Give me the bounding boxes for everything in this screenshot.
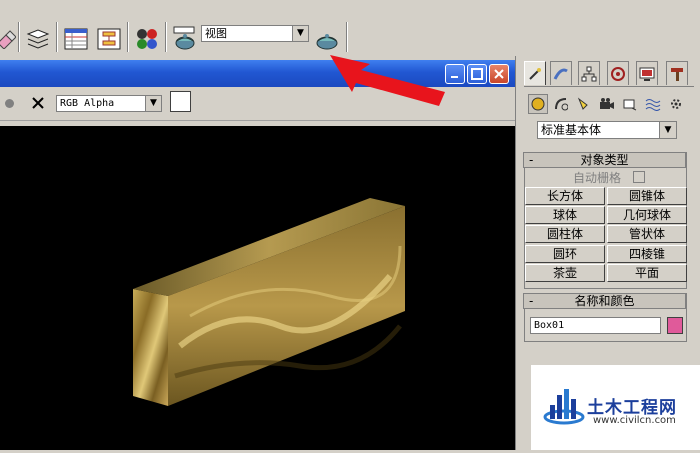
close-button[interactable] <box>489 64 509 84</box>
cameras-subtab-icon[interactable] <box>597 94 617 114</box>
primitive-category-dropdown[interactable]: 标准基本体 ▼ <box>537 121 677 139</box>
red-arrow-annotation <box>330 55 445 106</box>
channel-color-swatch[interactable] <box>170 91 191 112</box>
helpers-subtab-icon[interactable] <box>620 94 640 114</box>
channel-dropdown-value: RGB Alpha <box>60 98 115 109</box>
minimize-icon <box>451 76 458 78</box>
autogrid-checkbox[interactable] <box>633 171 645 183</box>
name-color-header[interactable]: - 名称和颜色 <box>523 293 686 309</box>
quick-render-icon[interactable] <box>313 25 341 53</box>
pyramid-button[interactable]: 四棱锥 <box>607 245 687 263</box>
primitive-category-value: 标准基本体 <box>541 123 602 137</box>
clear-icon[interactable] <box>30 95 46 114</box>
cone-button[interactable]: 圆锥体 <box>607 187 687 205</box>
systems-subtab-icon[interactable] <box>666 94 686 114</box>
material-editor-icon[interactable] <box>133 25 161 53</box>
chevron-down-icon: ▼ <box>145 96 161 111</box>
geosphere-button[interactable]: 几何球体 <box>607 206 687 224</box>
maximize-icon <box>471 68 483 80</box>
eraser-icon[interactable] <box>0 25 20 53</box>
lights-subtab-icon[interactable] <box>574 94 594 114</box>
view-dropdown-value: 视图 <box>205 27 227 40</box>
utilities-tab-icon[interactable] <box>666 61 688 85</box>
toolbar-separator <box>127 22 129 52</box>
teapot-button[interactable]: 茶壶 <box>525 264 605 282</box>
rendered-box-image <box>133 198 405 406</box>
object-name-field[interactable]: Box01 <box>530 317 661 334</box>
box-button[interactable]: 长方体 <box>525 187 605 205</box>
table-icon[interactable] <box>62 25 90 53</box>
schematic-icon[interactable] <box>95 25 123 53</box>
geometry-subtab-icon[interactable] <box>528 94 548 114</box>
name-color-title: 名称和颜色 <box>574 294 635 308</box>
object-color-swatch[interactable] <box>667 317 683 334</box>
render-setup-icon[interactable] <box>171 25 199 53</box>
cylinder-button[interactable]: 圆柱体 <box>525 225 605 243</box>
toolbar-separator <box>346 22 348 52</box>
civilcn-logo-icon <box>543 389 585 425</box>
modify-tab-icon[interactable] <box>550 61 572 85</box>
layers-icon[interactable] <box>24 25 52 53</box>
sphere-button[interactable]: 球体 <box>525 206 605 224</box>
rendered-frame <box>0 126 515 450</box>
plane-button[interactable]: 平面 <box>607 264 687 282</box>
view-dropdown[interactable]: 视图 ▼ <box>201 25 309 42</box>
toolbar-separator <box>165 22 167 52</box>
toolbar-separator <box>56 22 58 52</box>
tab-underline <box>524 86 694 87</box>
dot-icon[interactable] <box>5 99 14 108</box>
collapse-icon: - <box>529 294 534 308</box>
create-tab-icon[interactable] <box>524 61 546 85</box>
object-type-header[interactable]: - 对象类型 <box>523 152 686 168</box>
spacewarps-subtab-icon[interactable] <box>643 94 663 114</box>
hierarchy-tab-icon[interactable] <box>578 61 600 85</box>
toolbar-separator <box>18 22 20 52</box>
object-type-title: 对象类型 <box>580 153 629 167</box>
display-tab-icon[interactable] <box>636 61 658 85</box>
motion-tab-icon[interactable] <box>607 61 629 85</box>
collapse-icon: - <box>529 153 534 167</box>
close-icon <box>494 69 504 79</box>
site-watermark: 土木工程网 www.civilcn.com <box>531 365 700 450</box>
tube-button[interactable]: 管状体 <box>607 225 687 243</box>
chevron-down-icon: ▼ <box>659 122 676 138</box>
torus-button[interactable]: 圆环 <box>525 245 605 263</box>
shapes-subtab-icon[interactable] <box>551 94 571 114</box>
channel-dropdown[interactable]: RGB Alpha ▼ <box>56 95 162 112</box>
maximize-button[interactable] <box>467 64 487 84</box>
autogrid-label: 自动栅格 <box>573 171 622 185</box>
chevron-down-icon: ▼ <box>292 26 308 41</box>
watermark-url: www.civilcn.com <box>593 415 676 426</box>
